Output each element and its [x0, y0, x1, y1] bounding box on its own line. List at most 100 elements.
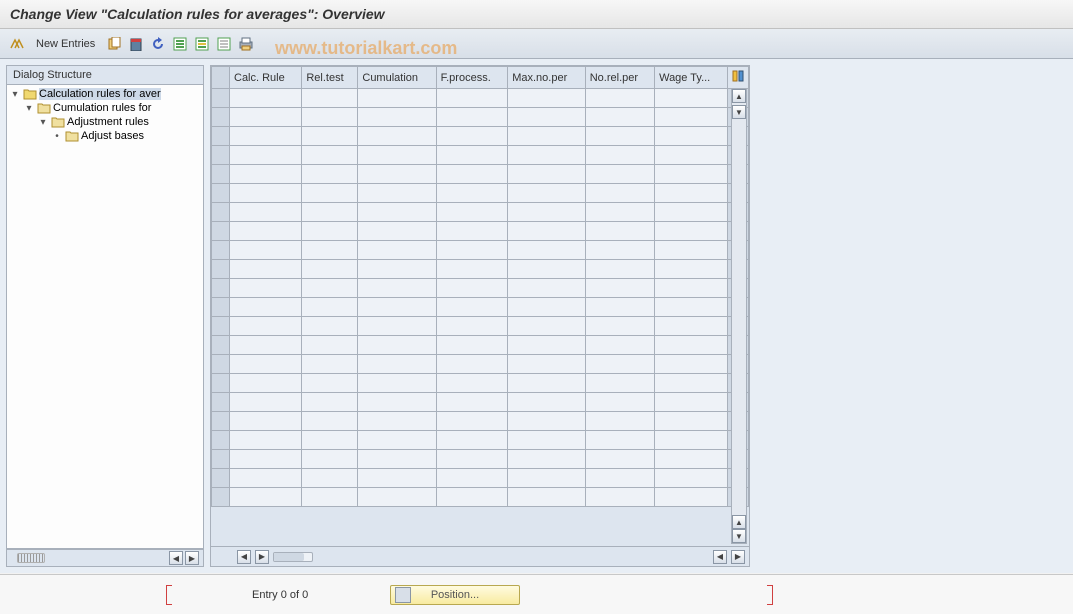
table-cell[interactable]	[508, 184, 586, 203]
table-cell[interactable]	[358, 374, 436, 393]
data-table[interactable]: Calc. RuleRel.testCumulationF.process.Ma…	[211, 66, 749, 507]
table-cell[interactable]	[585, 108, 654, 127]
select-block-icon[interactable]	[193, 35, 211, 53]
table-cell[interactable]	[302, 431, 358, 450]
table-cell[interactable]	[655, 393, 728, 412]
table-cell[interactable]	[230, 431, 302, 450]
table-cell[interactable]	[585, 317, 654, 336]
row-header[interactable]	[212, 108, 230, 127]
row-header[interactable]	[212, 241, 230, 260]
table-cell[interactable]	[358, 127, 436, 146]
table-cell[interactable]	[585, 412, 654, 431]
table-cell[interactable]	[302, 450, 358, 469]
table-cell[interactable]	[585, 146, 654, 165]
table-cell[interactable]	[508, 165, 586, 184]
table-cell[interactable]	[655, 317, 728, 336]
table-cell[interactable]	[436, 488, 508, 507]
table-cell[interactable]	[302, 279, 358, 298]
table-cell[interactable]	[508, 488, 586, 507]
table-cell[interactable]	[436, 127, 508, 146]
table-cell[interactable]	[302, 241, 358, 260]
undo-icon[interactable]	[149, 35, 167, 53]
scroll-left-icon[interactable]: ◀	[237, 550, 251, 564]
table-cell[interactable]	[230, 222, 302, 241]
table-cell[interactable]	[585, 222, 654, 241]
row-header[interactable]	[212, 336, 230, 355]
table-cell[interactable]	[358, 184, 436, 203]
table-cell[interactable]	[302, 260, 358, 279]
table-cell[interactable]	[302, 108, 358, 127]
row-header[interactable]	[212, 165, 230, 184]
table-cell[interactable]	[508, 336, 586, 355]
tree-expander-icon[interactable]: ▾	[9, 89, 21, 100]
table-cell[interactable]	[436, 260, 508, 279]
table-cell[interactable]	[230, 260, 302, 279]
scroll-left2-icon[interactable]: ◀	[713, 550, 727, 564]
table-cell[interactable]	[230, 374, 302, 393]
table-cell[interactable]	[230, 241, 302, 260]
table-cell[interactable]	[655, 336, 728, 355]
table-cell[interactable]	[302, 298, 358, 317]
table-cell[interactable]	[655, 412, 728, 431]
table-cell[interactable]	[358, 89, 436, 108]
table-cell[interactable]	[230, 108, 302, 127]
table-cell[interactable]	[655, 89, 728, 108]
tree-scroll-right[interactable]: ▶	[185, 551, 199, 565]
tree-item-1[interactable]: ▾Cumulation rules for	[7, 101, 203, 115]
table-cell[interactable]	[508, 431, 586, 450]
table-cell[interactable]	[358, 317, 436, 336]
table-cell[interactable]	[230, 393, 302, 412]
row-header[interactable]	[212, 184, 230, 203]
table-cell[interactable]	[655, 469, 728, 488]
horizontal-scrollbar[interactable]: ◀ ▶ ◀ ▶	[211, 546, 749, 566]
tree-item-0[interactable]: ▾Calculation rules for aver	[7, 87, 203, 101]
scroll-down2-icon[interactable]: ▼	[732, 529, 746, 543]
table-cell[interactable]	[436, 355, 508, 374]
table-cell[interactable]	[655, 184, 728, 203]
row-header[interactable]	[212, 355, 230, 374]
tree-scroll-left[interactable]: ◀	[169, 551, 183, 565]
table-cell[interactable]	[358, 165, 436, 184]
table-cell[interactable]	[358, 336, 436, 355]
table-cell[interactable]	[436, 222, 508, 241]
table-cell[interactable]	[230, 165, 302, 184]
table-cell[interactable]	[655, 108, 728, 127]
table-cell[interactable]	[302, 165, 358, 184]
table-cell[interactable]	[508, 89, 586, 108]
table-cell[interactable]	[585, 260, 654, 279]
table-cell[interactable]	[302, 317, 358, 336]
table-cell[interactable]	[358, 260, 436, 279]
table-cell[interactable]	[655, 488, 728, 507]
table-cell[interactable]	[585, 469, 654, 488]
row-header[interactable]	[212, 127, 230, 146]
table-cell[interactable]	[436, 89, 508, 108]
table-cell[interactable]	[655, 222, 728, 241]
table-cell[interactable]	[302, 222, 358, 241]
table-cell[interactable]	[585, 127, 654, 146]
table-cell[interactable]	[655, 146, 728, 165]
table-cell[interactable]	[358, 203, 436, 222]
table-cell[interactable]	[655, 374, 728, 393]
table-cell[interactable]	[655, 279, 728, 298]
table-cell[interactable]	[655, 431, 728, 450]
table-cell[interactable]	[230, 355, 302, 374]
table-cell[interactable]	[585, 165, 654, 184]
table-cell[interactable]	[436, 317, 508, 336]
table-cell[interactable]	[436, 146, 508, 165]
table-cell[interactable]	[230, 450, 302, 469]
scroll-up-icon[interactable]: ▲	[732, 89, 746, 103]
table-cell[interactable]	[585, 203, 654, 222]
row-header[interactable]	[212, 279, 230, 298]
row-header[interactable]	[212, 146, 230, 165]
table-cell[interactable]	[302, 469, 358, 488]
row-header[interactable]	[212, 298, 230, 317]
column-header-5[interactable]: No.rel.per	[585, 67, 654, 89]
tree-item-3[interactable]: •Adjust bases	[7, 129, 203, 143]
table-cell[interactable]	[508, 260, 586, 279]
table-cell[interactable]	[358, 146, 436, 165]
column-header-4[interactable]: Max.no.per	[508, 67, 586, 89]
column-header-2[interactable]: Cumulation	[358, 67, 436, 89]
table-cell[interactable]	[302, 184, 358, 203]
table-cell[interactable]	[655, 165, 728, 184]
table-cell[interactable]	[230, 89, 302, 108]
